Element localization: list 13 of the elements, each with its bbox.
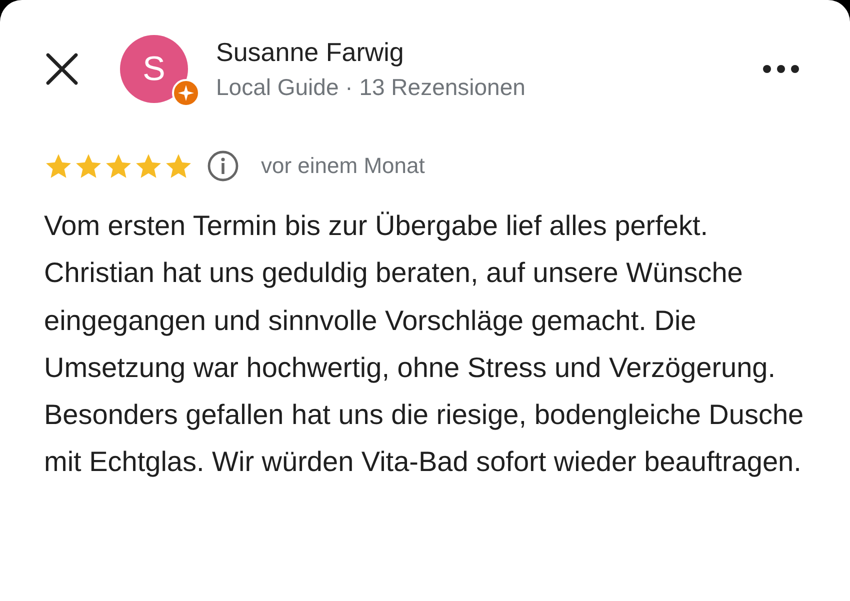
star-icon bbox=[134, 152, 163, 180]
more-icon[interactable] bbox=[762, 64, 800, 74]
avatar[interactable]: S bbox=[120, 35, 188, 103]
star-icon bbox=[74, 152, 103, 180]
star-icon bbox=[104, 152, 133, 180]
close-icon[interactable] bbox=[44, 51, 80, 87]
info-icon[interactable] bbox=[207, 150, 239, 182]
star-icon bbox=[44, 152, 73, 180]
review-time: vor einem Monat bbox=[261, 153, 425, 179]
reviewer-subtitle: Local Guide · 13 Rezensionen bbox=[216, 74, 526, 101]
review-text: Vom ersten Termin bis zur Übergabe lief alles perfekt. Christian hat uns geduldig beraten, auf unsere Wünsche eingegangen und sinnvolle Vorschläge gemacht. Die Umsetzung war hochwertig, ohne Stress und Verzögerung. Besonders gefallen hat uns die riesige, bodengleiche Dusche mit Echtglas. Wir würden Vita-Bad sofort wieder beauftragen. bbox=[44, 209, 804, 480]
reviewer-name[interactable]: Susanne Farwig bbox=[216, 37, 526, 68]
star-icon bbox=[164, 152, 193, 180]
